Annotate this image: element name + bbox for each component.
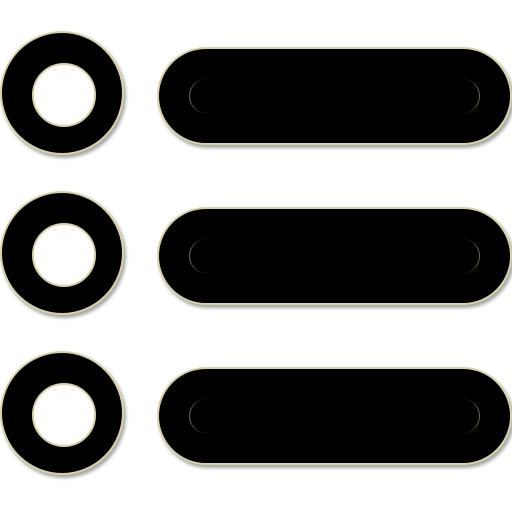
bullet-ring-hole — [32, 383, 96, 447]
list-row — [0, 31, 512, 161]
bar-right-highlight — [446, 239, 480, 273]
list-row — [0, 191, 512, 321]
bar-left-highlight — [189, 239, 223, 273]
list-line-bar — [157, 47, 512, 145]
bullet-ring-icon — [0, 351, 124, 475]
list-line-bar — [157, 207, 512, 305]
list-icon — [0, 0, 512, 512]
bar-right-highlight — [446, 399, 480, 433]
bar-left-highlight — [189, 399, 223, 433]
list-row — [0, 351, 512, 481]
bar-right-highlight — [446, 79, 480, 113]
bullet-ring-hole — [32, 63, 96, 127]
bullet-ring-icon — [0, 31, 124, 155]
list-line-bar — [157, 367, 512, 465]
bullet-ring-icon — [0, 191, 124, 315]
bullet-ring-hole — [32, 223, 96, 287]
bar-left-highlight — [189, 79, 223, 113]
